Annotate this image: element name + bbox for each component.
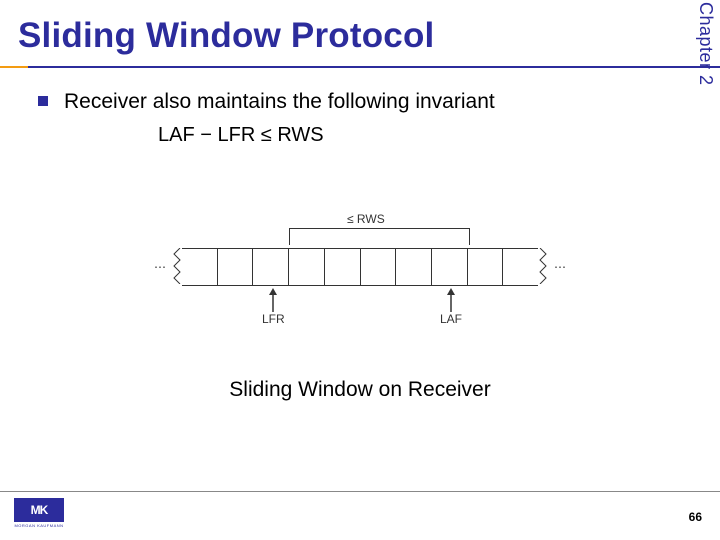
slide: Chapter 2 Sliding Window Protocol Receiv… bbox=[0, 0, 720, 540]
frame-cell bbox=[289, 249, 325, 285]
frame-cell bbox=[218, 249, 254, 285]
logo-subtext: MORGAN KAUFMANN bbox=[14, 523, 64, 528]
body: Receiver also maintains the following in… bbox=[38, 90, 680, 147]
frame-cell bbox=[503, 249, 538, 285]
title-underline bbox=[0, 66, 720, 68]
rws-bracket bbox=[289, 228, 470, 245]
lfr-label: LFR bbox=[262, 312, 285, 326]
diagram-caption: Sliding Window on Receiver bbox=[0, 378, 720, 402]
frame-strip bbox=[182, 248, 538, 286]
ellipsis-right: ⋯ bbox=[554, 260, 566, 274]
frame-cell bbox=[432, 249, 468, 285]
sliding-window-diagram: ⋯ ⋯ ≤ RWS bbox=[150, 220, 570, 360]
title-accent bbox=[0, 66, 28, 68]
logo-mark: MK bbox=[14, 498, 64, 522]
frame-cell bbox=[253, 249, 289, 285]
title-wrap: Sliding Window Protocol bbox=[18, 16, 660, 56]
invariant-text: LAF − LFR ≤ RWS bbox=[158, 124, 680, 147]
frame-cell bbox=[361, 249, 397, 285]
ellipsis-left: ⋯ bbox=[154, 260, 166, 274]
frame-cell bbox=[396, 249, 432, 285]
jagged-edge-right-icon bbox=[538, 248, 548, 284]
frame-cell bbox=[325, 249, 361, 285]
jagged-edge-left-icon bbox=[172, 248, 182, 284]
bullet-text: Receiver also maintains the following in… bbox=[64, 90, 495, 114]
bullet-row: Receiver also maintains the following in… bbox=[38, 90, 680, 114]
rws-bracket-label: ≤ RWS bbox=[347, 212, 385, 226]
page-title: Sliding Window Protocol bbox=[18, 16, 660, 56]
bullet-icon bbox=[38, 96, 48, 106]
page-number: 66 bbox=[689, 510, 702, 524]
chapter-label: Chapter 2 bbox=[695, 2, 716, 86]
publisher-logo: MK MORGAN KAUFMANN bbox=[14, 498, 64, 530]
lfr-arrow-icon bbox=[272, 288, 274, 310]
frame-cell bbox=[468, 249, 504, 285]
frame-cell bbox=[182, 249, 218, 285]
laf-label: LAF bbox=[440, 312, 462, 326]
footer-divider bbox=[0, 491, 720, 492]
laf-arrow-icon bbox=[450, 288, 452, 310]
